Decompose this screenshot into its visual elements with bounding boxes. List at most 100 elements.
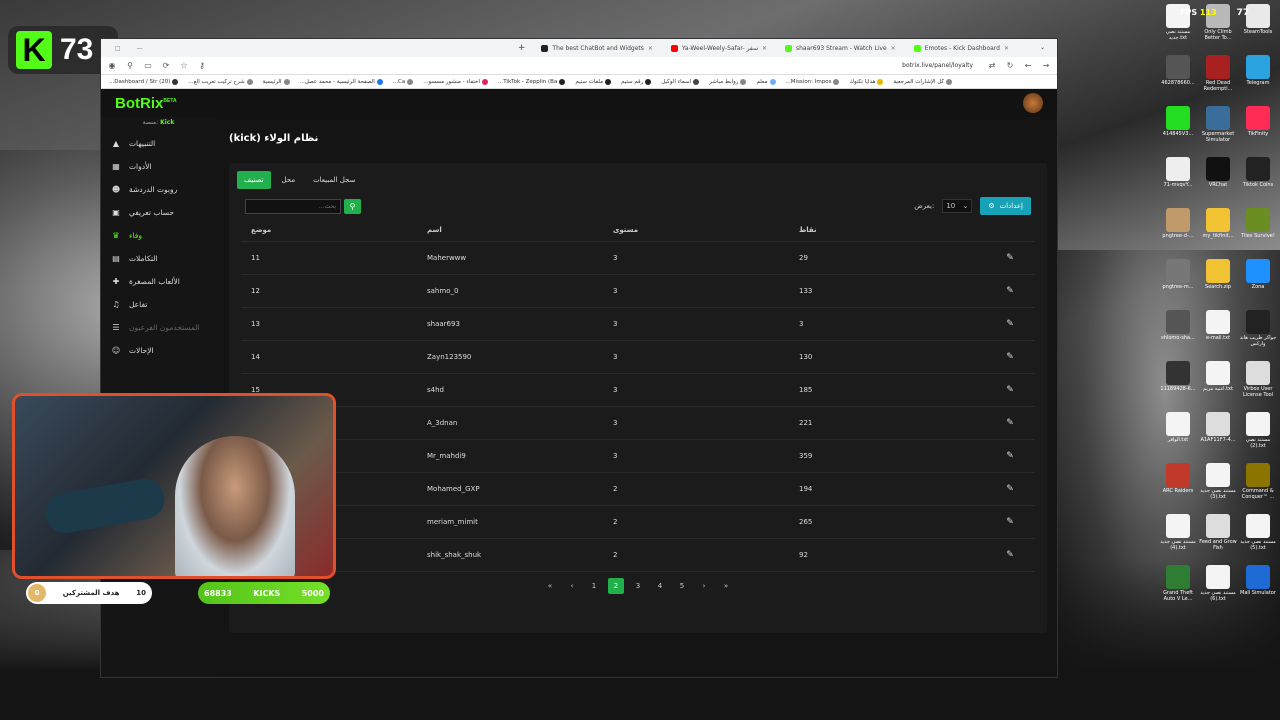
tab-dropdown-icon[interactable]: ⌄ xyxy=(1034,40,1051,54)
browser-tab[interactable]: Ya-Weel-Weely-Safar- سفر ✕ xyxy=(665,41,773,55)
sidebar-item[interactable]: ♫ تفاعل xyxy=(101,293,216,316)
close-icon[interactable]: ✕ xyxy=(891,45,896,52)
desktop-icon[interactable]: pngtree-m... xyxy=(1158,259,1198,291)
pencil-icon[interactable]: ✎ xyxy=(1006,385,1014,395)
sidebar-item[interactable]: ▤ التكاملات xyxy=(101,247,216,270)
browser-tab[interactable]: Emotes - Kick Dashboard ✕ xyxy=(908,41,1015,55)
tab-shop[interactable]: محل xyxy=(275,171,303,189)
desktop-icon[interactable]: الواقر.txt xyxy=(1158,412,1198,444)
profile-icon[interactable]: ◉ xyxy=(107,61,117,70)
desktop-icon[interactable]: اغنية مريم.txt xyxy=(1198,361,1238,393)
bookmark-item[interactable]: TikTok - Zepplin (Ba... xyxy=(498,78,566,85)
security-icon[interactable]: ⚷ xyxy=(197,61,207,70)
sidebar-item[interactable]: ☰ المستخدمون الفرعيون xyxy=(101,316,216,339)
pencil-icon[interactable]: ✎ xyxy=(1006,418,1014,428)
sidebar-item[interactable]: ✚ الألعاب المصغرة xyxy=(101,270,216,293)
page-size-select[interactable]: 10 ⌄ xyxy=(942,199,973,213)
prev-page-button[interactable]: ‹ xyxy=(564,578,580,594)
desktop-icon[interactable]: ARC Raiders xyxy=(1158,463,1198,495)
url-field[interactable]: botrix.live/panel/loyalty xyxy=(215,60,979,72)
bookmark-item[interactable]: اختفاء - منشور مسسو... xyxy=(423,78,488,85)
page-button[interactable]: 5 xyxy=(674,578,690,594)
last-page-button[interactable]: » xyxy=(718,578,734,594)
pencil-icon[interactable]: ✎ xyxy=(1006,352,1014,362)
sidebar-item[interactable]: ♛ وفاء xyxy=(101,224,216,247)
refresh-tabs-icon[interactable]: ⟳ xyxy=(161,61,171,70)
extensions-icon[interactable]: ⚲ xyxy=(125,61,135,70)
desktop-icon[interactable]: مستند نصي (2).txt xyxy=(1238,412,1278,450)
desktop-icon[interactable]: Search.zip xyxy=(1198,259,1238,291)
col-position[interactable]: موضع xyxy=(241,219,427,242)
tab-minimize-icon[interactable]: — xyxy=(131,41,149,55)
brand-logo[interactable]: BotRixBETA xyxy=(115,95,177,112)
bookmark-item[interactable]: اسماء الوكيل xyxy=(661,78,700,85)
page-button[interactable]: 4 xyxy=(652,578,668,594)
col-name[interactable]: اسم xyxy=(427,219,613,242)
sidebar-item[interactable]: ☺ الإحالات xyxy=(101,339,216,362)
desktop-icon[interactable]: جواكر طريب هاند واركس xyxy=(1238,310,1278,348)
bookmark-item[interactable]: هدايا تكتوك xyxy=(849,78,884,85)
desktop-icon[interactable]: shlomo-sha... xyxy=(1158,310,1198,342)
bookmark-item[interactable]: Mission: Impos... xyxy=(786,78,840,85)
desktop-icon[interactable]: VRChat xyxy=(1198,157,1238,189)
desktop-icon[interactable]: Grand Theft Auto V Le... xyxy=(1158,565,1198,603)
sidebar-icon[interactable]: ▭ xyxy=(143,61,153,70)
tab-ranking[interactable]: تصنيف xyxy=(237,171,271,189)
desktop-icon[interactable]: TikFinity xyxy=(1238,106,1278,138)
desktop-icon[interactable]: 462878660... xyxy=(1158,55,1198,87)
page-button[interactable]: 1 xyxy=(586,578,602,594)
tab-menu-icon[interactable]: □ xyxy=(109,41,127,55)
bookmark-item[interactable]: شرح تركيب تعريب الع... xyxy=(188,78,253,85)
desktop-icon[interactable]: مستند نصي جديد (5).txt xyxy=(1238,514,1278,552)
desktop-icon[interactable]: مستند نصي جديد (3).txt xyxy=(1198,463,1238,501)
pencil-icon[interactable]: ✎ xyxy=(1006,451,1014,461)
desktop-icon[interactable]: my_tikfinit... xyxy=(1198,208,1238,240)
desktop-icon[interactable]: 71-mvqvY... xyxy=(1158,157,1198,189)
pencil-icon[interactable]: ✎ xyxy=(1006,517,1014,527)
search-input[interactable] xyxy=(245,198,341,214)
desktop-icon[interactable]: 414845V3... xyxy=(1158,106,1198,138)
pencil-icon[interactable]: ✎ xyxy=(1006,550,1014,560)
sidebar-item[interactable]: ☻ روبوت الدردشة xyxy=(101,178,216,201)
sidebar-item[interactable]: ▲ التنبيهات xyxy=(101,132,216,155)
desktop-icon[interactable]: Virbox User License Tool xyxy=(1238,361,1278,399)
bookmark-item[interactable]: رقم ستيم xyxy=(621,78,652,85)
platform-selector[interactable]: منصة: Kick xyxy=(101,117,216,132)
first-page-button[interactable]: « xyxy=(542,578,558,594)
pencil-icon[interactable]: ✎ xyxy=(1006,484,1014,494)
desktop-icon[interactable]: Feed and Grow Fish xyxy=(1198,514,1238,552)
search-button[interactable]: ⚲ xyxy=(344,198,361,214)
desktop-icon[interactable]: pngtree-d-... xyxy=(1158,208,1198,240)
close-icon[interactable]: ✕ xyxy=(648,45,653,52)
bookmark-item[interactable]: الصفحة الرئيسية - محمد عصل... xyxy=(300,78,383,85)
col-points[interactable]: نقاط xyxy=(799,219,985,242)
page-button[interactable]: 2 xyxy=(608,577,624,594)
bookmark-item[interactable]: (20) Dashboard / Str... xyxy=(109,78,179,85)
sidebar-item[interactable]: ▣ حساب تعريفي xyxy=(101,201,216,224)
forward-icon[interactable]: → xyxy=(1041,61,1051,70)
reload-icon[interactable]: ↻ xyxy=(1005,61,1015,70)
bookmark-item[interactable]: معلم xyxy=(756,78,776,85)
desktop-icon[interactable]: Zona xyxy=(1238,259,1278,291)
desktop-icon[interactable]: Tiles Survive! xyxy=(1238,208,1278,240)
close-icon[interactable]: ✕ xyxy=(1004,45,1009,52)
settings-button[interactable]: ⚙ إعدادات xyxy=(980,197,1031,215)
browser-tab[interactable]: shaar693 Stream - Watch Live ✕ xyxy=(779,41,902,55)
pencil-icon[interactable]: ✎ xyxy=(1006,319,1014,329)
bookmark-item[interactable]: ملفات ستيم xyxy=(575,78,612,85)
site-settings-icon[interactable]: ⇄ xyxy=(987,61,997,70)
desktop-icon[interactable]: Red Dead Redempti... xyxy=(1198,55,1238,93)
close-icon[interactable]: ✕ xyxy=(762,45,767,52)
desktop-icon[interactable]: Tiktok Coins xyxy=(1238,157,1278,189)
desktop-icon[interactable]: e-mail.txt xyxy=(1198,310,1238,342)
desktop-icon[interactable]: Mall Simulator xyxy=(1238,565,1278,597)
desktop-icon[interactable]: 11189428-6... xyxy=(1158,361,1198,393)
pencil-icon[interactable]: ✎ xyxy=(1006,286,1014,296)
bookmark-item[interactable]: Ca... xyxy=(393,78,414,85)
pencil-icon[interactable]: ✎ xyxy=(1006,253,1014,263)
back-icon[interactable]: ← xyxy=(1023,61,1033,70)
desktop-icon[interactable]: مستند نصي جديد (4).txt xyxy=(1158,514,1198,552)
bookmark-item[interactable]: روابط مباشر xyxy=(709,78,747,85)
col-level[interactable]: مستوى xyxy=(613,219,799,242)
browser-tab[interactable]: The best ChatBot and Widgets ✕ xyxy=(535,41,659,55)
